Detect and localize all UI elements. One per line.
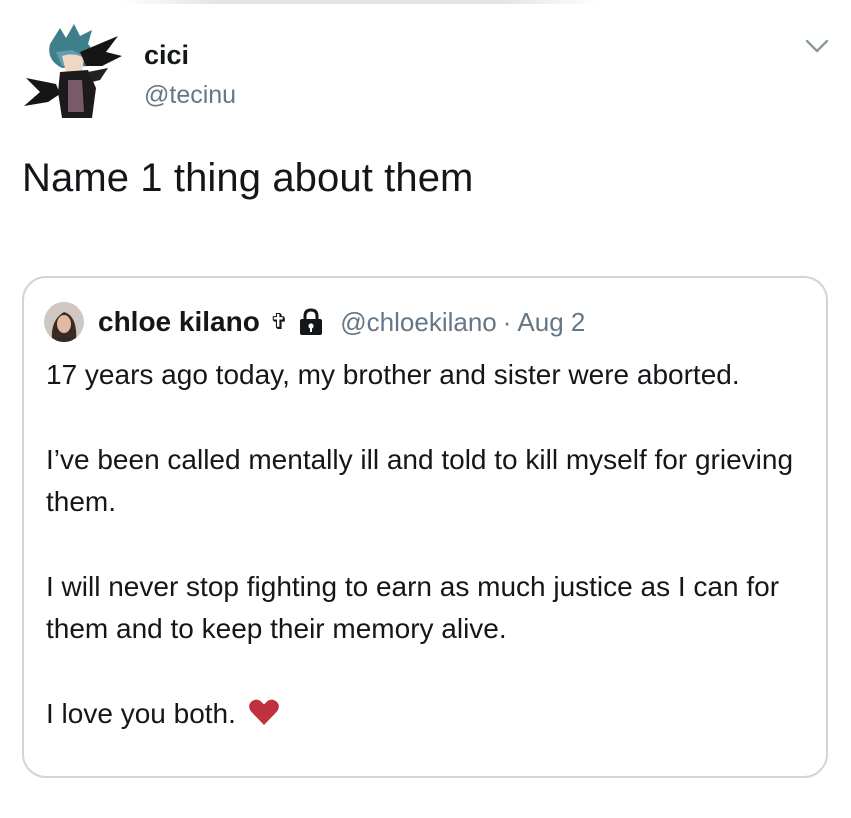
author-handle[interactable]: @tecinu	[144, 78, 236, 112]
profile-photo-avatar-icon	[44, 302, 84, 342]
lock-icon	[298, 307, 324, 337]
quoted-paragraph-4: I love you both.	[46, 693, 816, 735]
author-avatar[interactable]	[22, 22, 126, 118]
previous-tweet-edge	[0, 0, 851, 8]
cross-emoji: ✞	[269, 309, 289, 335]
meta-separator: ·	[502, 306, 512, 337]
quoted-paragraph-1: 17 years ago today, my brother and siste…	[46, 359, 740, 390]
chevron-down-icon[interactable]	[802, 34, 832, 58]
quoted-tweet-header: chloe kilano ✞ @chloekilano · Aug 2	[44, 300, 585, 344]
quoted-paragraph-2: I’ve been called mentally ill and told t…	[46, 444, 794, 517]
tweet-header: cici @tecinu	[22, 20, 832, 120]
quoted-tweet-card[interactable]: chloe kilano ✞ @chloekilano · Aug 2 17 y…	[22, 276, 828, 778]
quoted-paragraph-3: I will never stop fighting to earn as mu…	[46, 571, 780, 644]
quoted-paragraph-4-text: I love you both.	[46, 698, 236, 729]
quoted-author-handle[interactable]: @chloekilano	[340, 307, 496, 338]
author-display-name[interactable]: cici	[144, 38, 236, 72]
author-info: cici @tecinu	[144, 38, 236, 112]
quoted-tweet-body: 17 years ago today, my brother and siste…	[46, 354, 816, 735]
quoted-tweet-date[interactable]: Aug 2	[517, 307, 585, 338]
tweet-text: Name 1 thing about them	[22, 156, 474, 200]
anime-character-avatar-icon	[24, 24, 122, 118]
quoted-author-avatar[interactable]	[44, 302, 84, 342]
heart-icon	[248, 696, 280, 725]
quoted-author-display-name[interactable]: chloe kilano	[98, 306, 260, 338]
